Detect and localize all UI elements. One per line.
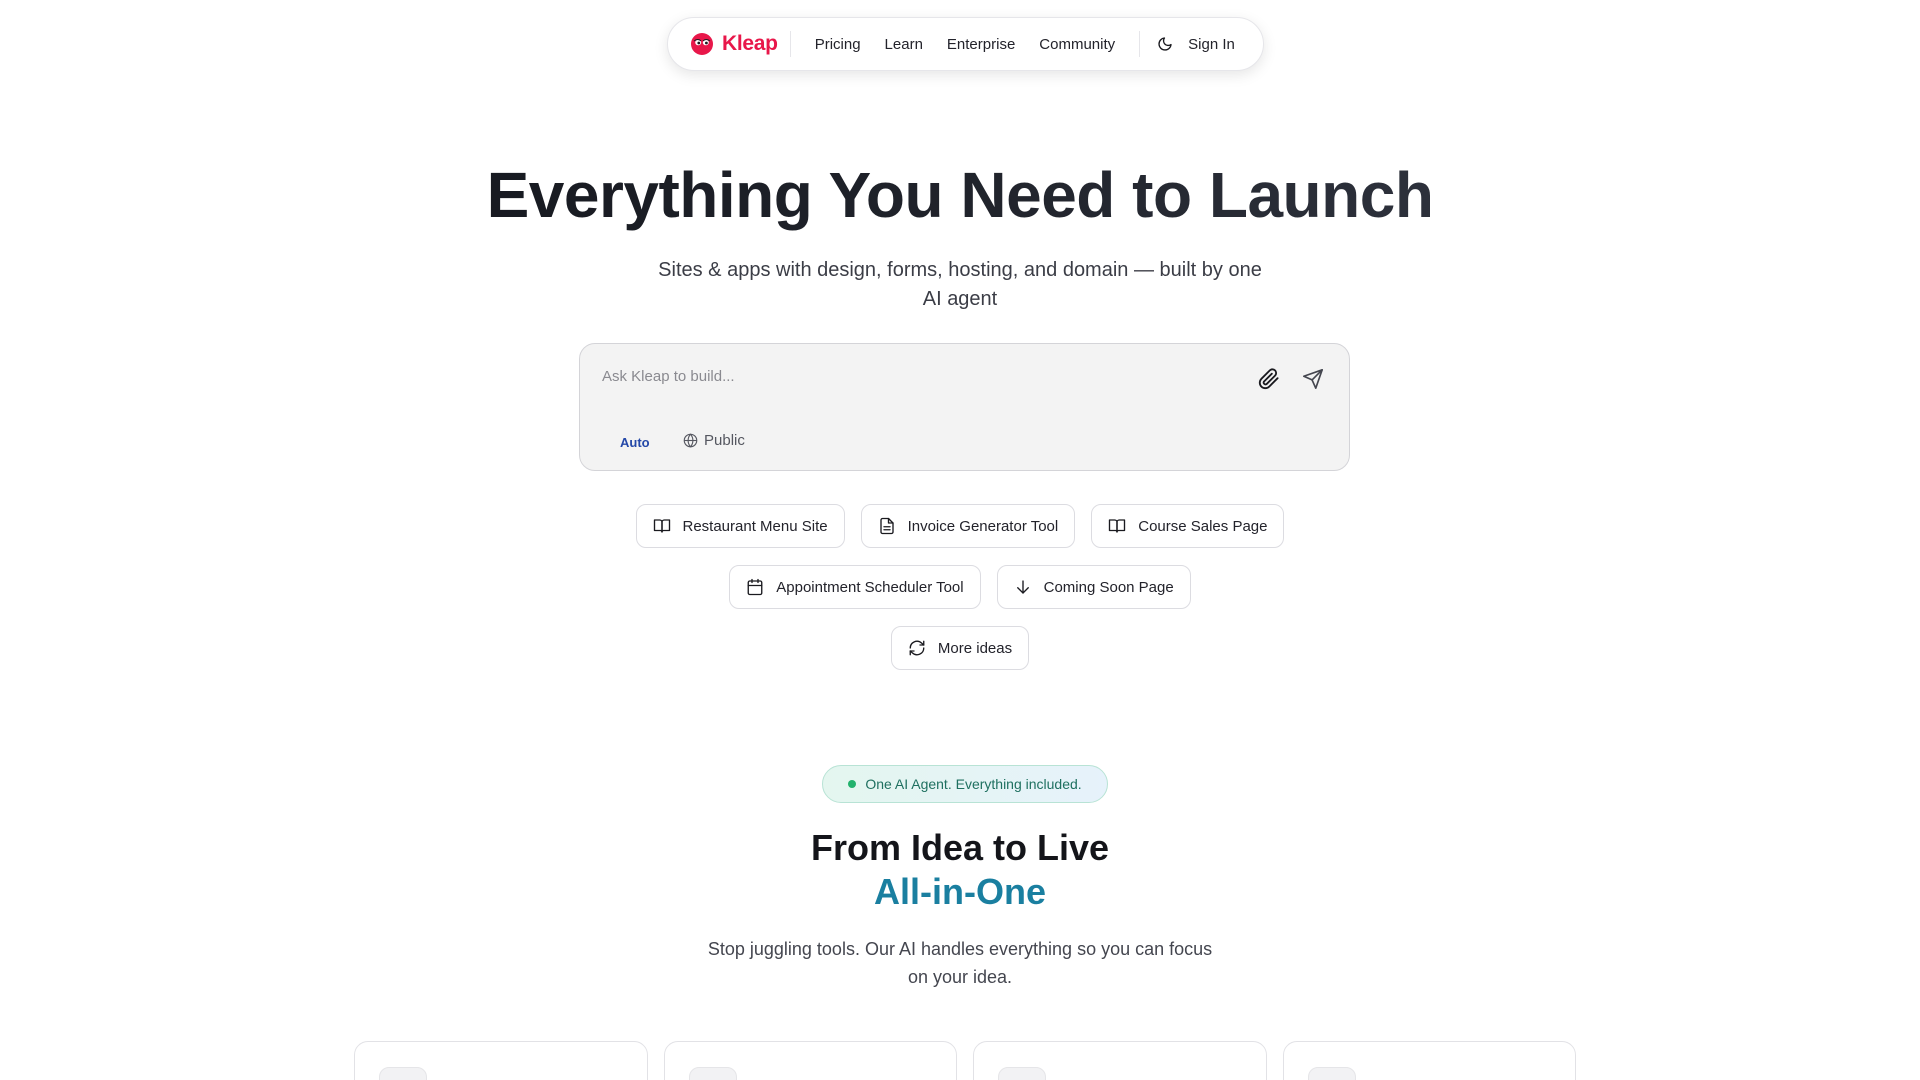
- chip-restaurant-menu-site[interactable]: Restaurant Menu Site: [635, 504, 845, 548]
- chip-label: Invoice Generator Tool: [907, 517, 1059, 535]
- idea-chips: Restaurant Menu Site Invoice Generator T…: [0, 504, 1920, 687]
- brand-logo[interactable]: Kleap: [690, 31, 791, 57]
- feature-card: [973, 1041, 1267, 1080]
- moon-icon: [1158, 37, 1172, 51]
- chip-label: More ideas: [937, 639, 1013, 657]
- status-dot-icon: [848, 780, 857, 788]
- nav-link-pricing[interactable]: Pricing: [803, 36, 873, 53]
- top-nav: Kleap Pricing Learn Enterprise Community…: [667, 17, 1264, 71]
- chip-invoice-generator-tool[interactable]: Invoice Generator Tool: [860, 504, 1076, 548]
- card-icon-tile: [688, 1067, 737, 1080]
- feature-card: [1282, 1041, 1576, 1080]
- visibility-label: Public: [704, 432, 745, 449]
- prompt-input[interactable]: [602, 364, 1202, 388]
- prompt-box: Auto Public: [579, 343, 1350, 471]
- section-title-accent: All-in-One: [874, 871, 1046, 912]
- brand-name: Kleap: [722, 32, 778, 55]
- book-icon: [653, 519, 670, 533]
- chip-label: Appointment Scheduler Tool: [776, 578, 964, 596]
- feature-card: [663, 1041, 957, 1080]
- globe-icon: [683, 433, 698, 448]
- paperclip-icon: [1258, 368, 1279, 390]
- hero-title: Everything You Need to Launch: [0, 158, 1920, 232]
- refresh-icon: [909, 640, 925, 656]
- chip-label: Coming Soon Page: [1043, 578, 1174, 596]
- badge-label: One AI Agent. Everything included.: [865, 776, 1082, 792]
- section-subtitle: Stop juggling tools. Our AI handles ever…: [707, 939, 1213, 987]
- nav-divider: [1139, 31, 1141, 57]
- card-icon-tile: [1307, 1067, 1356, 1080]
- feature-card: [354, 1041, 648, 1080]
- card-icon-tile: [998, 1067, 1046, 1080]
- nav-link-learn[interactable]: Learn: [873, 36, 935, 53]
- nav-link-enterprise[interactable]: Enterprise: [935, 36, 1027, 53]
- arrow-down-icon: [1016, 580, 1029, 594]
- feature-badge: One AI Agent. Everything included.: [822, 765, 1108, 803]
- send-icon: [1303, 369, 1323, 389]
- book-icon: [1109, 519, 1126, 533]
- chip-row: Restaurant Menu Site Invoice Generator T…: [0, 504, 1920, 548]
- document-icon: [879, 517, 894, 535]
- chip-appointment-scheduler-tool[interactable]: Appointment Scheduler Tool: [729, 565, 981, 609]
- more-ideas-button[interactable]: More ideas: [890, 626, 1030, 670]
- attach-button[interactable]: [1258, 368, 1282, 392]
- chip-row: Appointment Scheduler Tool Coming Soon P…: [0, 565, 1920, 609]
- chip-course-sales-page[interactable]: Course Sales Page: [1091, 504, 1285, 548]
- chip-label: Course Sales Page: [1138, 517, 1268, 535]
- sign-in-link[interactable]: Sign In: [1188, 36, 1235, 53]
- chip-coming-soon-page[interactable]: Coming Soon Page: [996, 565, 1191, 609]
- visibility-selector[interactable]: Public: [683, 432, 745, 449]
- mode-auto-toggle[interactable]: Auto: [620, 435, 650, 450]
- chip-label: Restaurant Menu Site: [682, 517, 828, 535]
- calendar-icon: [747, 578, 763, 596]
- hero-subtitle: Sites & apps with design, forms, hosting…: [658, 259, 1262, 310]
- send-button[interactable]: [1302, 368, 1326, 392]
- chip-row: More ideas: [0, 626, 1920, 670]
- kleap-logo-icon: [691, 33, 713, 55]
- nav-link-community[interactable]: Community: [1027, 36, 1127, 53]
- theme-toggle-button[interactable]: [1154, 33, 1176, 55]
- feature-cards: [354, 1041, 1576, 1080]
- nav-links: Pricing Learn Enterprise Community: [803, 36, 1127, 53]
- section-title: From Idea to Live: [810, 827, 1110, 868]
- card-icon-tile: [379, 1067, 427, 1080]
